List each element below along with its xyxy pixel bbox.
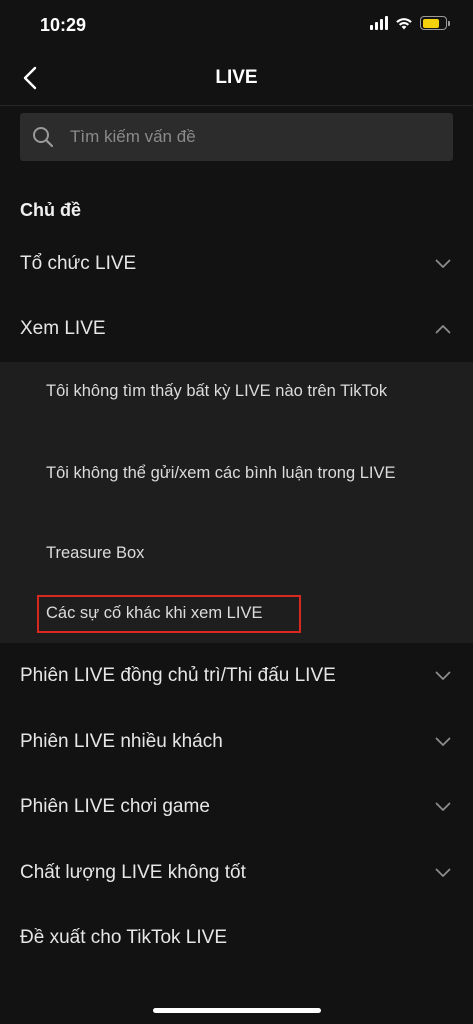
topic-label: Phiên LIVE chơi game bbox=[20, 796, 210, 817]
home-indicator[interactable] bbox=[153, 1008, 321, 1013]
subtopic-item[interactable]: Tôi không tìm thấy bất kỳ LIVE nào trên … bbox=[46, 381, 416, 402]
chevron-down-icon bbox=[433, 863, 453, 883]
status-bar: 10:29 bbox=[0, 0, 473, 50]
search-icon bbox=[32, 125, 56, 149]
topic-label: Xem LIVE bbox=[20, 318, 106, 339]
topic-suggestions[interactable]: Đề xuất cho TikTok LIVE bbox=[0, 913, 473, 963]
search-input[interactable] bbox=[70, 113, 453, 161]
topic-host-live[interactable]: Tổ chức LIVE bbox=[0, 239, 473, 289]
chevron-down-icon bbox=[433, 666, 453, 686]
topic-cohost-battle[interactable]: Phiên LIVE đồng chủ trì/Thi đấu LIVE bbox=[0, 651, 473, 701]
chevron-up-icon bbox=[433, 319, 453, 339]
topic-label: Đề xuất cho TikTok LIVE bbox=[20, 927, 227, 948]
chevron-down-icon bbox=[433, 732, 453, 752]
topic-label: Chất lượng LIVE không tốt bbox=[20, 862, 246, 883]
topic-label: Phiên LIVE đồng chủ trì/Thi đấu LIVE bbox=[20, 665, 336, 686]
subtopic-panel bbox=[0, 362, 473, 643]
subtopic-item-highlighted[interactable]: Các sự cố khác khi xem LIVE bbox=[46, 603, 416, 624]
chevron-down-icon bbox=[433, 797, 453, 817]
subtopic-item[interactable]: Tôi không thể gửi/xem các bình luận tron… bbox=[46, 463, 416, 484]
wifi-icon bbox=[396, 18, 412, 30]
topic-watch-live[interactable]: Xem LIVE bbox=[0, 304, 473, 354]
battery-icon bbox=[420, 16, 450, 30]
nav-bar: LIVE bbox=[0, 50, 473, 106]
chevron-down-icon bbox=[433, 254, 453, 274]
topic-poor-quality[interactable]: Chất lượng LIVE không tốt bbox=[0, 848, 473, 898]
cellular-signal-icon bbox=[370, 16, 388, 30]
status-icons bbox=[370, 16, 450, 30]
status-time: 10:29 bbox=[40, 15, 87, 35]
search-box[interactable] bbox=[20, 113, 453, 161]
topic-label: Phiên LIVE nhiều khách bbox=[20, 731, 223, 752]
section-title: Chủ đề bbox=[20, 200, 81, 220]
topic-gaming-live[interactable]: Phiên LIVE chơi game bbox=[0, 782, 473, 832]
page-title: LIVE bbox=[215, 67, 258, 88]
subtopic-item[interactable]: Treasure Box bbox=[46, 543, 416, 564]
topic-multi-guest[interactable]: Phiên LIVE nhiều khách bbox=[0, 717, 473, 767]
topic-label: Tổ chức LIVE bbox=[20, 253, 137, 274]
